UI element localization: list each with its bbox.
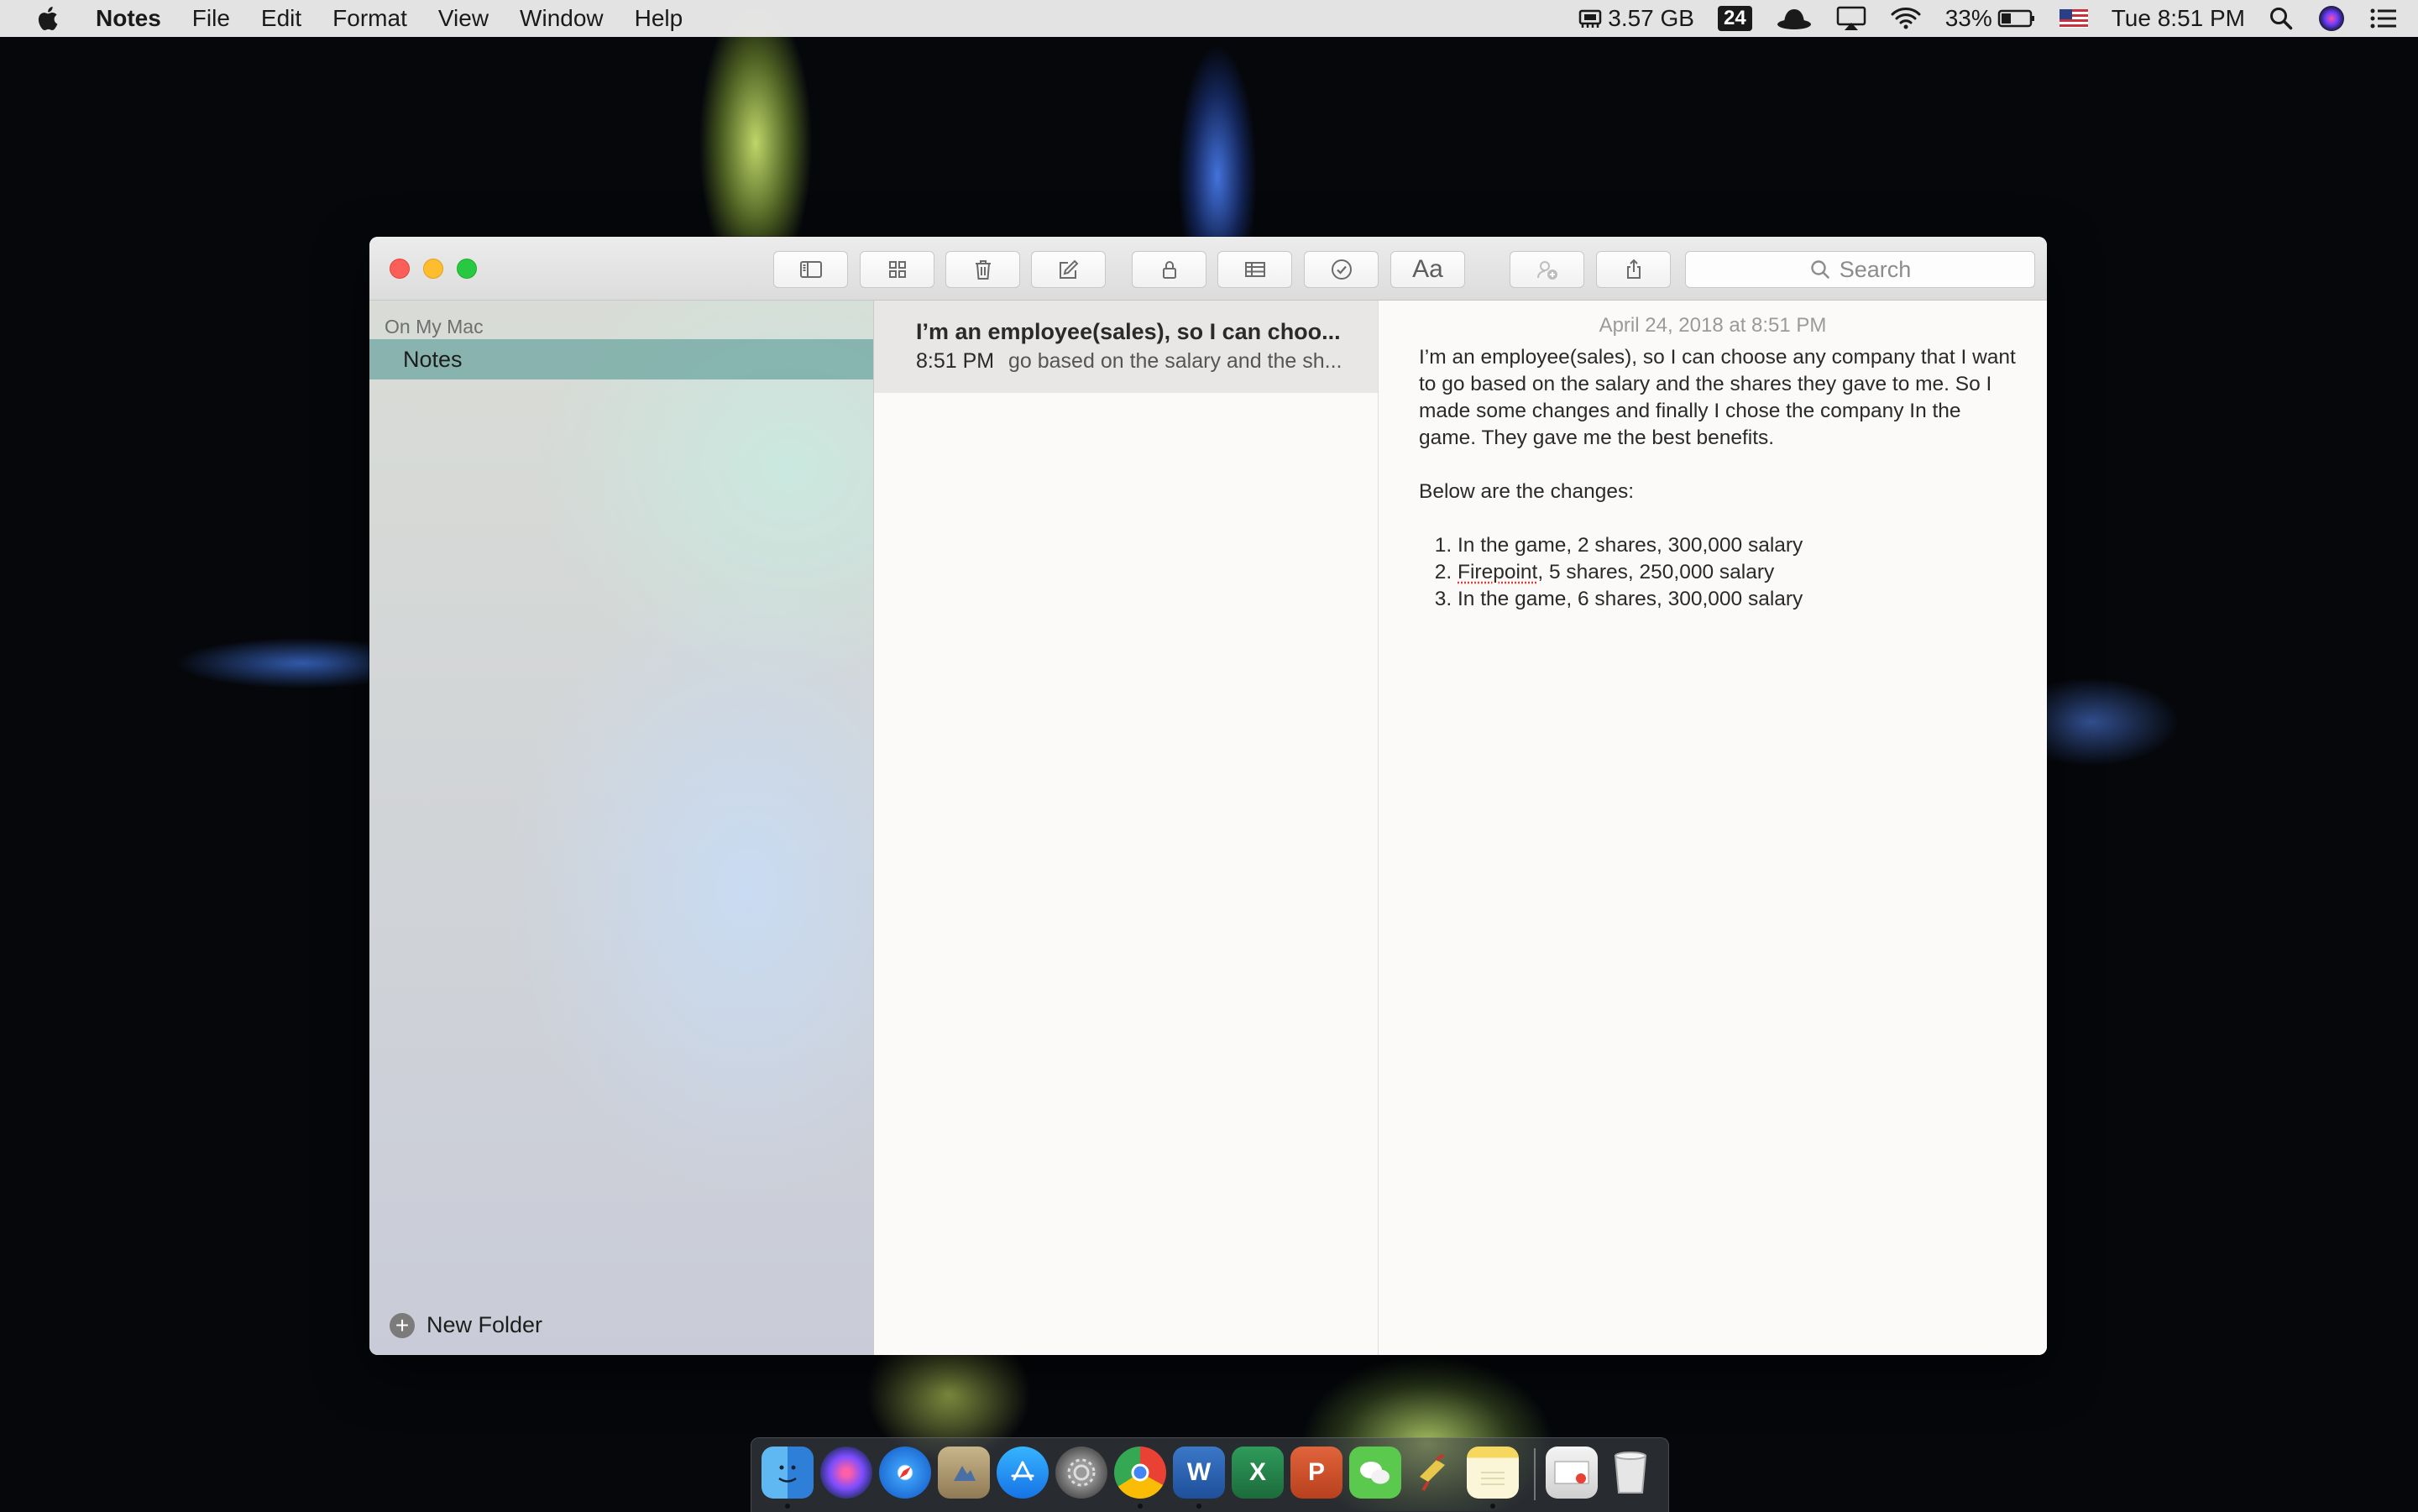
menu-window[interactable]: Window: [520, 5, 604, 32]
notification-center-icon[interactable]: [2369, 7, 2398, 30]
search-field[interactable]: Search: [1685, 251, 2035, 288]
menu-file[interactable]: File: [192, 5, 230, 32]
sidebar-item-label: Notes: [403, 346, 463, 372]
list-item[interactable]: I’m an employee(sales), so I can choo...…: [874, 301, 1378, 393]
lock-icon: [1162, 261, 1176, 279]
finder-dock-icon[interactable]: [762, 1447, 814, 1499]
battery-icon: [1997, 9, 2034, 28]
calendar-badge[interactable]: 24: [1717, 6, 1752, 31]
plus-circle-icon: +: [390, 1312, 415, 1338]
memory-chip-icon: [1579, 9, 1602, 28]
share-icon: [1626, 259, 1641, 279]
chrome-browser-icon[interactable]: [1114, 1447, 1166, 1499]
airplay-icon[interactable]: [1836, 6, 1866, 31]
battery-status[interactable]: 33%: [1945, 5, 2036, 32]
safari-compass-icon[interactable]: [879, 1447, 931, 1499]
incognito-hat-icon[interactable]: [1776, 6, 1813, 31]
table-icon: [1244, 262, 1265, 277]
checkmark-circle-icon: [1331, 259, 1352, 280]
misspelled-word[interactable]: Firepoint: [1458, 561, 1537, 583]
app-store-icon[interactable]: [997, 1447, 1049, 1499]
wifi-icon[interactable]: [1890, 6, 1922, 31]
menu-bar: Notes File Edit Format View Window Help …: [0, 0, 2418, 37]
menubar-clock[interactable]: Tue 8:51 PM: [2112, 5, 2245, 32]
zoom-window-button[interactable]: [457, 259, 477, 279]
system-preferences-gear-icon[interactable]: [1055, 1447, 1107, 1499]
status-area: 3.57 GB 24 33% Tue 8:51 PM: [1554, 4, 2398, 33]
list-item-text: , 5 shares, 250,000 salary: [1537, 561, 1775, 583]
screenshot-thumbnail-icon[interactable]: [1546, 1447, 1598, 1499]
note-time: 8:51 PM: [916, 349, 995, 373]
spotlight-search-icon[interactable]: [2269, 6, 2294, 31]
note-date: April 24, 2018 at 8:51 PM: [1599, 314, 1827, 337]
note-editor[interactable]: April 24, 2018 at 8:51 PM I’m an employe…: [1379, 301, 2047, 1355]
drop-tool-app-icon[interactable]: [1408, 1447, 1460, 1499]
lock-note-button[interactable]: [1132, 251, 1206, 288]
preview-app-icon[interactable]: [938, 1447, 990, 1499]
note-paragraph: I’m an employee(sales), so I can choose …: [1419, 346, 2016, 449]
word-app-icon[interactable]: W: [1173, 1447, 1225, 1499]
note-body[interactable]: I’m an employee(sales), so I can choose …: [1419, 344, 2023, 613]
numbered-list: In the game, 2 shares, 300,000 salary Fi…: [1419, 532, 2023, 613]
memory-status[interactable]: 3.57 GB: [1578, 5, 1694, 32]
battery-percentage: 33%: [1944, 5, 1992, 31]
menu-edit[interactable]: Edit: [261, 5, 301, 32]
siri-dock-icon[interactable]: [820, 1447, 872, 1499]
minimize-window-button[interactable]: [423, 259, 443, 279]
dock: W X P: [751, 1437, 1669, 1512]
toggle-sidebar-button[interactable]: [773, 251, 848, 288]
grid-icon: [888, 261, 906, 278]
close-window-button[interactable]: [390, 259, 410, 279]
add-people-button[interactable]: [1510, 251, 1584, 288]
trash-bin-icon[interactable]: [1604, 1447, 1656, 1499]
list-item: In the game, 2 shares, 300,000 salary: [1458, 532, 2023, 559]
menu-app-name[interactable]: Notes: [96, 5, 161, 32]
note-paragraph: Below are the changes:: [1419, 480, 1635, 503]
memory-value: 3.57 GB: [1608, 5, 1694, 31]
wechat-app-icon[interactable]: [1349, 1447, 1401, 1499]
attachments-browser-button[interactable]: [860, 251, 934, 288]
menu-format[interactable]: Format: [332, 5, 407, 32]
menu-help[interactable]: Help: [635, 5, 683, 32]
delete-note-button[interactable]: [945, 251, 1020, 288]
insert-table-button[interactable]: [1217, 251, 1292, 288]
new-folder-button[interactable]: + New Folder: [390, 1312, 542, 1338]
share-button[interactable]: [1596, 251, 1671, 288]
siri-icon[interactable]: [2317, 4, 2346, 33]
note-snippet: go based on the salary and the sh...: [1008, 349, 1342, 373]
sidebar-icon: [799, 261, 822, 278]
sidebar-item-notes[interactable]: Notes: [369, 339, 873, 379]
note-list: I’m an employee(sales), so I can choo...…: [874, 301, 1379, 1355]
add-people-icon: [1536, 261, 1557, 280]
search-icon: [1811, 260, 1829, 279]
dock-separator: [1534, 1448, 1536, 1500]
format-text-button[interactable]: Aa: [1390, 251, 1465, 288]
folders-sidebar: On My Mac Notes + New Folder: [369, 301, 874, 1355]
apple-menu-icon[interactable]: [34, 3, 64, 34]
format-aa-icon: Aa: [1412, 255, 1443, 283]
new-note-button[interactable]: [1031, 251, 1106, 288]
notes-window: Aa Search On My Mac Notes + New Folder I…: [369, 237, 2047, 1355]
sidebar-section-header: On My Mac: [385, 316, 484, 337]
search-placeholder: Search: [1839, 256, 1912, 282]
list-item: In the game, 6 shares, 300,000 salary: [1458, 586, 2023, 613]
powerpoint-app-icon[interactable]: P: [1290, 1447, 1342, 1499]
notes-app-icon[interactable]: [1467, 1447, 1519, 1499]
note-title: I’m an employee(sales), so I can choo...: [916, 319, 1341, 344]
compose-icon: [1059, 259, 1078, 279]
input-source-flag-icon[interactable]: [2059, 9, 2088, 28]
list-item: Firepoint, 5 shares, 250,000 salary: [1458, 559, 2023, 586]
excel-app-icon[interactable]: X: [1232, 1447, 1284, 1499]
checklist-button[interactable]: [1304, 251, 1379, 288]
new-folder-label: New Folder: [427, 1312, 543, 1337]
trash-icon: [975, 260, 991, 280]
menu-view[interactable]: View: [438, 5, 489, 32]
window-toolbar: Aa Search: [369, 237, 2047, 301]
